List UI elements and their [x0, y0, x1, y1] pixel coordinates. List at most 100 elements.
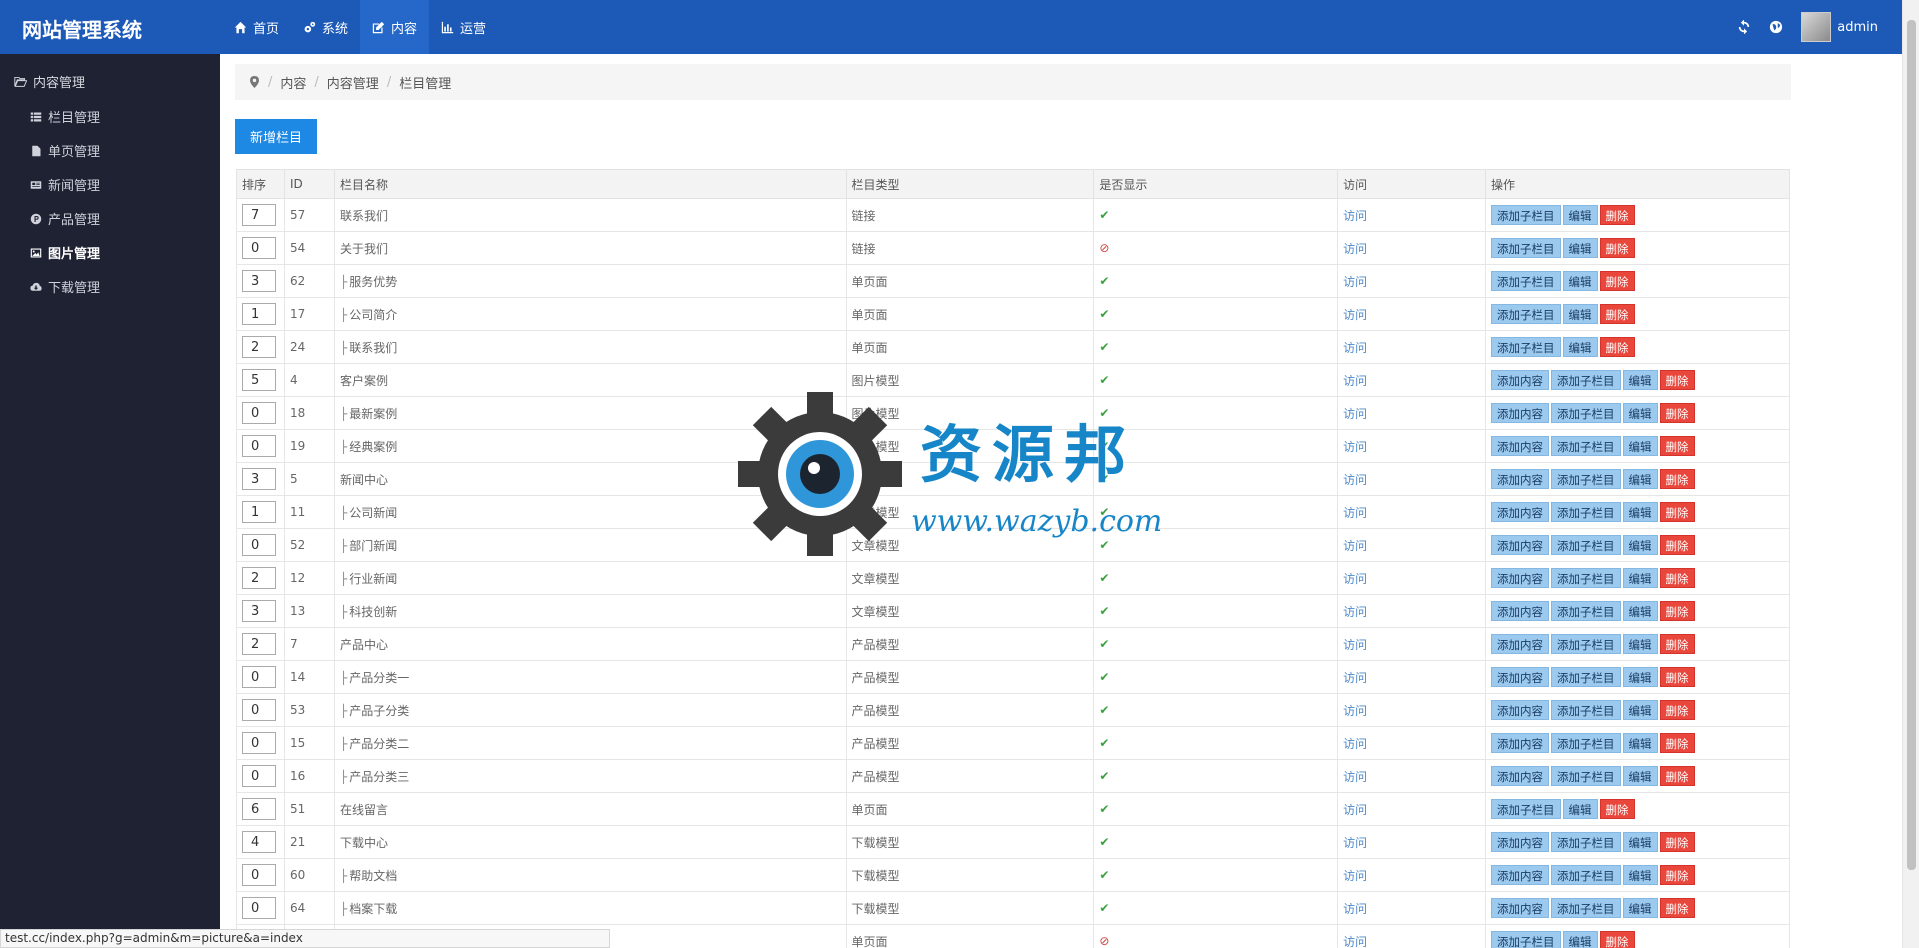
sort-order-input[interactable]	[242, 336, 276, 358]
add-child-column-button[interactable]: 添加子栏目	[1551, 832, 1621, 852]
add-child-column-button[interactable]: 添加子栏目	[1551, 667, 1621, 687]
delete-button[interactable]: 删除	[1599, 931, 1635, 948]
visit-link[interactable]: 访问	[1343, 440, 1367, 454]
add-child-column-button[interactable]: 添加子栏目	[1551, 436, 1621, 456]
add-content-button[interactable]: 添加内容	[1491, 766, 1550, 786]
add-content-button[interactable]: 添加内容	[1491, 865, 1550, 885]
edit-button[interactable]: 编辑	[1622, 568, 1658, 588]
add-content-button[interactable]: 添加内容	[1491, 502, 1550, 522]
edit-button[interactable]: 编辑	[1562, 931, 1598, 948]
add-child-column-button[interactable]: 添加子栏目	[1491, 304, 1561, 324]
edit-button[interactable]: 编辑	[1622, 502, 1658, 522]
visit-link[interactable]: 访问	[1343, 209, 1367, 223]
add-child-column-button[interactable]: 添加子栏目	[1551, 865, 1621, 885]
delete-button[interactable]: 删除	[1599, 205, 1635, 225]
sort-order-input[interactable]	[242, 765, 276, 787]
topnav-system[interactable]: 系统	[291, 0, 360, 54]
add-content-button[interactable]: 添加内容	[1491, 832, 1550, 852]
add-child-column-button[interactable]: 添加子栏目	[1551, 469, 1621, 489]
visit-link[interactable]: 访问	[1343, 803, 1367, 817]
visit-link[interactable]: 访问	[1343, 275, 1367, 289]
add-child-column-button[interactable]: 添加子栏目	[1491, 799, 1561, 819]
delete-button[interactable]: 删除	[1659, 634, 1695, 654]
sort-order-input[interactable]	[242, 534, 276, 556]
visit-link[interactable]: 访问	[1343, 572, 1367, 586]
visit-link[interactable]: 访问	[1343, 308, 1367, 322]
add-content-button[interactable]: 添加内容	[1491, 403, 1550, 423]
add-child-column-button[interactable]: 添加子栏目	[1491, 238, 1561, 258]
add-content-button[interactable]: 添加内容	[1491, 436, 1550, 456]
delete-button[interactable]: 删除	[1599, 799, 1635, 819]
add-content-button[interactable]: 添加内容	[1491, 898, 1550, 918]
add-child-column-button[interactable]: 添加子栏目	[1491, 205, 1561, 225]
globe-icon[interactable]	[1769, 20, 1783, 34]
delete-button[interactable]: 删除	[1659, 502, 1695, 522]
add-content-button[interactable]: 添加内容	[1491, 601, 1550, 621]
topnav-content[interactable]: 内容	[360, 0, 430, 54]
edit-button[interactable]: 编辑	[1622, 865, 1658, 885]
sort-order-input[interactable]	[242, 699, 276, 721]
delete-button[interactable]: 删除	[1599, 238, 1635, 258]
delete-button[interactable]: 删除	[1659, 403, 1695, 423]
add-content-button[interactable]: 添加内容	[1491, 370, 1550, 390]
sort-order-input[interactable]	[242, 633, 276, 655]
add-child-column-button[interactable]: 添加子栏目	[1551, 601, 1621, 621]
edit-button[interactable]: 编辑	[1562, 337, 1598, 357]
add-content-button[interactable]: 添加内容	[1491, 634, 1550, 654]
delete-button[interactable]: 删除	[1659, 832, 1695, 852]
edit-button[interactable]: 编辑	[1622, 403, 1658, 423]
visit-link[interactable]: 访问	[1343, 506, 1367, 520]
edit-button[interactable]: 编辑	[1562, 304, 1598, 324]
sidebar-item-products[interactable]: 产品管理	[30, 209, 100, 228]
page-scrollbar[interactable]	[1902, 0, 1919, 948]
add-child-column-button[interactable]: 添加子栏目	[1551, 733, 1621, 753]
sort-order-input[interactable]	[242, 303, 276, 325]
visit-link[interactable]: 访问	[1343, 473, 1367, 487]
edit-button[interactable]: 编辑	[1622, 436, 1658, 456]
sidebar-item-columns[interactable]: 栏目管理	[30, 107, 100, 126]
add-column-button[interactable]: 新增栏目	[235, 119, 317, 154]
breadcrumb-item[interactable]: 内容管理	[327, 73, 379, 92]
visit-link[interactable]: 访问	[1343, 935, 1367, 948]
add-child-column-button[interactable]: 添加子栏目	[1551, 370, 1621, 390]
delete-button[interactable]: 删除	[1659, 601, 1695, 621]
sort-order-input[interactable]	[242, 435, 276, 457]
sidebar-item-pages[interactable]: 单页管理	[30, 141, 100, 160]
add-child-column-button[interactable]: 添加子栏目	[1551, 568, 1621, 588]
add-child-column-button[interactable]: 添加子栏目	[1491, 271, 1561, 291]
delete-button[interactable]: 删除	[1659, 865, 1695, 885]
edit-button[interactable]: 编辑	[1622, 733, 1658, 753]
visit-link[interactable]: 访问	[1343, 638, 1367, 652]
visit-link[interactable]: 访问	[1343, 407, 1367, 421]
delete-button[interactable]: 删除	[1659, 370, 1695, 390]
edit-button[interactable]: 编辑	[1622, 832, 1658, 852]
edit-button[interactable]: 编辑	[1622, 766, 1658, 786]
sort-order-input[interactable]	[242, 468, 276, 490]
sort-order-input[interactable]	[242, 864, 276, 886]
sort-order-input[interactable]	[242, 897, 276, 919]
visit-link[interactable]: 访问	[1343, 770, 1367, 784]
add-content-button[interactable]: 添加内容	[1491, 733, 1550, 753]
delete-button[interactable]: 删除	[1659, 766, 1695, 786]
delete-button[interactable]: 删除	[1659, 535, 1695, 555]
edit-button[interactable]: 编辑	[1622, 601, 1658, 621]
sidebar-item-downloads[interactable]: 下载管理	[30, 277, 100, 296]
visit-link[interactable]: 访问	[1343, 539, 1367, 553]
avatar[interactable]	[1801, 12, 1832, 42]
add-child-column-button[interactable]: 添加子栏目	[1551, 766, 1621, 786]
sort-order-input[interactable]	[242, 270, 276, 292]
add-child-column-button[interactable]: 添加子栏目	[1551, 634, 1621, 654]
edit-button[interactable]: 编辑	[1622, 700, 1658, 720]
delete-button[interactable]: 删除	[1659, 436, 1695, 456]
sort-order-input[interactable]	[242, 600, 276, 622]
visit-link[interactable]: 访问	[1343, 869, 1367, 883]
add-content-button[interactable]: 添加内容	[1491, 568, 1550, 588]
sort-order-input[interactable]	[242, 204, 276, 226]
add-content-button[interactable]: 添加内容	[1491, 535, 1550, 555]
visit-link[interactable]: 访问	[1343, 704, 1367, 718]
delete-button[interactable]: 删除	[1599, 271, 1635, 291]
edit-button[interactable]: 编辑	[1622, 898, 1658, 918]
sort-order-input[interactable]	[242, 831, 276, 853]
delete-button[interactable]: 删除	[1599, 304, 1635, 324]
edit-button[interactable]: 编辑	[1562, 205, 1598, 225]
